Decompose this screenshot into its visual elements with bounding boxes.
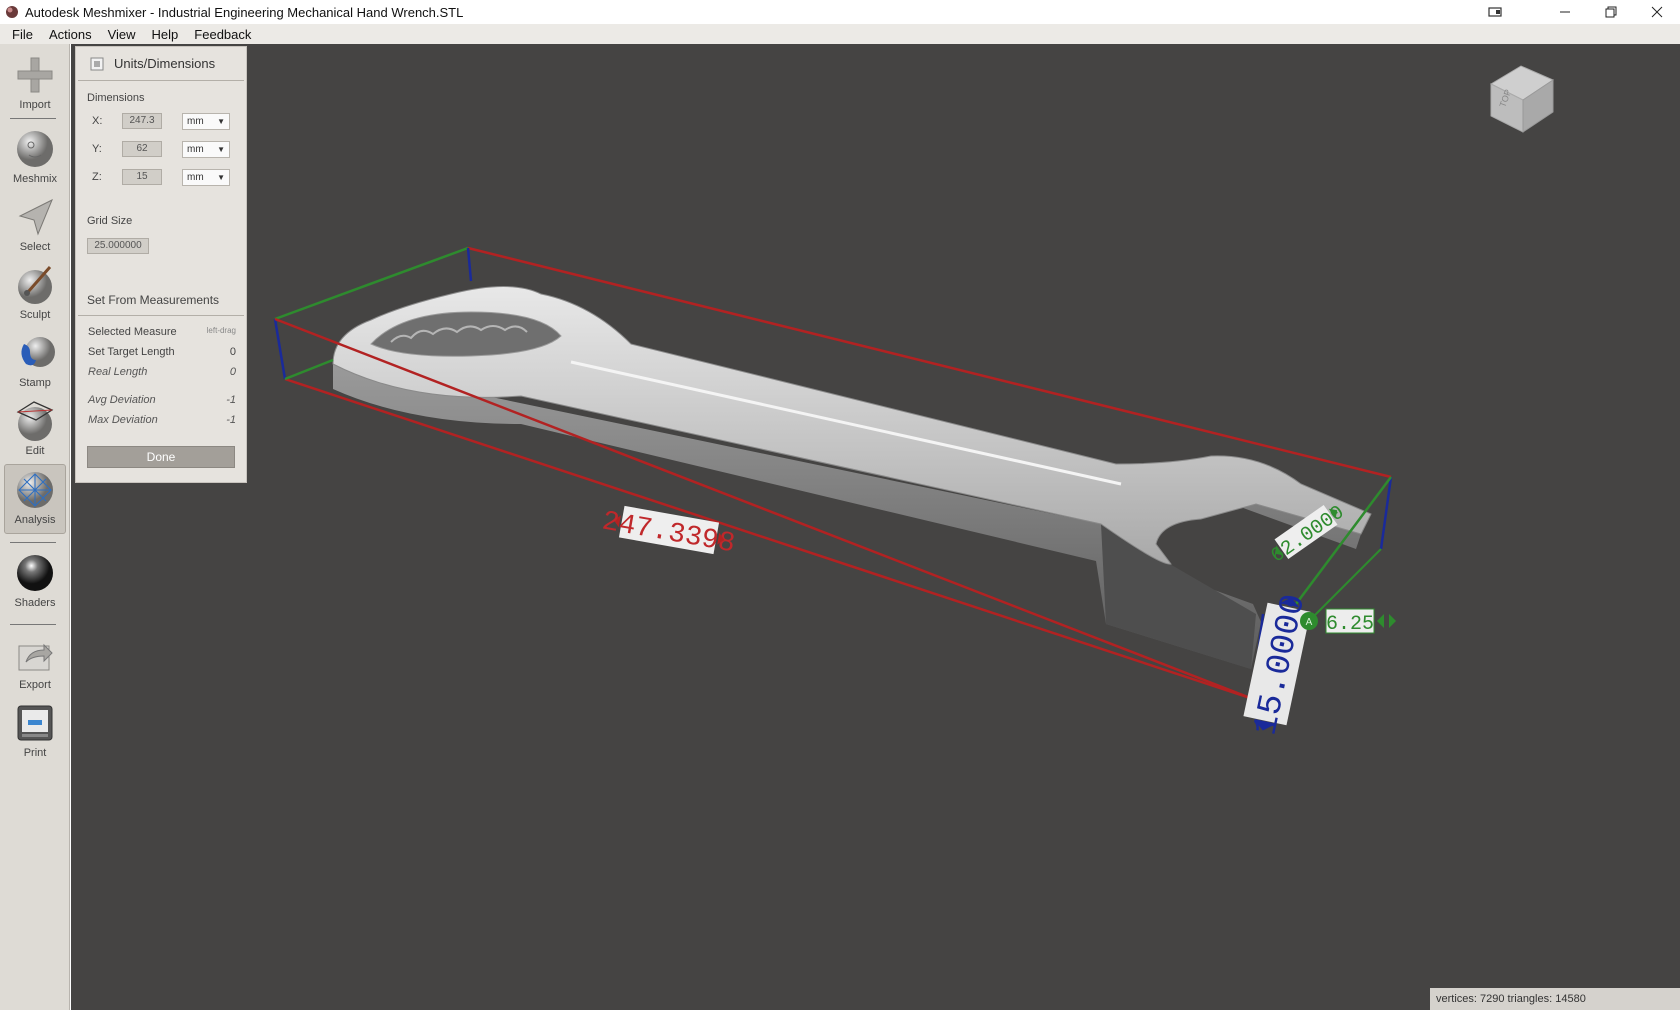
- plus-icon: [17, 57, 53, 93]
- status-bar: vertices: 7290 triangles: 14580: [1430, 988, 1680, 1010]
- dimensions-label: Dimensions: [87, 92, 145, 104]
- 3d-viewport[interactable]: 247.3398 62.0000 15.0000 A 6.25 TOP vert…: [71, 44, 1680, 1010]
- set-from-measurements-label: Set From Measurements: [87, 293, 220, 307]
- view-cube[interactable]: TOP: [1489, 65, 1555, 133]
- brush-icon: [18, 266, 52, 304]
- meshmix-icon: [17, 131, 53, 167]
- dim-row-y: Y: 62 mm ▼: [92, 140, 230, 158]
- measure-row-target-length[interactable]: Set Target Length 0: [88, 346, 236, 358]
- export-icon: [18, 643, 53, 671]
- tool-import[interactable]: Import: [4, 50, 66, 120]
- screen-icon[interactable]: [1472, 0, 1518, 24]
- dropdown-arrow-icon: ▼: [217, 172, 225, 182]
- section-divider: [78, 315, 244, 316]
- edit-sphere-icon: [16, 401, 54, 441]
- measure-row-avg-deviation: Avg Deviation -1: [88, 394, 236, 406]
- dim-z-unit-select[interactable]: mm ▼: [182, 168, 230, 186]
- measure-row-real-length: Real Length 0: [88, 366, 236, 378]
- units-dimensions-panel: Units/Dimensions Dimensions X: 247.3 mm ▼…: [75, 46, 247, 483]
- menu-actions[interactable]: Actions: [41, 27, 100, 42]
- dim-x-field[interactable]: 247.3: [122, 113, 162, 129]
- meshmixer-logo-icon: [6, 6, 18, 18]
- tool-sculpt[interactable]: Sculpt: [4, 260, 66, 330]
- measure-row-selected: Selected Measure left-drag: [88, 326, 236, 338]
- arrow-cursor-icon: [18, 198, 53, 236]
- title-bar: Autodesk Meshmixer - Industrial Engineer…: [0, 0, 1680, 24]
- tool-print[interactable]: Print: [4, 698, 66, 768]
- grid-size-field[interactable]: 25.000000: [87, 238, 149, 254]
- close-icon[interactable]: [1634, 0, 1680, 24]
- panel-title: Units/Dimensions: [114, 56, 216, 71]
- dim-row-z: Z: 15 mm ▼: [92, 168, 230, 186]
- shader-sphere-icon: [17, 555, 53, 591]
- dim-x-unit-select[interactable]: mm ▼: [182, 112, 230, 130]
- grid-size-label: Grid Size: [87, 215, 133, 227]
- measure-side-value: 6.25: [1326, 613, 1374, 636]
- menu-bar: File Actions View Help Feedback: [0, 24, 1680, 44]
- restore-icon[interactable]: [1588, 0, 1634, 24]
- tool-shaders[interactable]: Shaders: [4, 548, 66, 618]
- tool-divider: [10, 118, 56, 119]
- measure-row-max-deviation: Max Deviation -1: [88, 414, 236, 426]
- window-title: Autodesk Meshmixer - Industrial Engineer…: [25, 4, 464, 20]
- tool-stamp[interactable]: Stamp: [4, 328, 66, 398]
- stamp-icon: [21, 337, 55, 367]
- done-button[interactable]: Done: [87, 446, 235, 468]
- tool-meshmix[interactable]: Meshmix: [4, 124, 66, 194]
- dropdown-arrow-icon: ▼: [217, 116, 225, 126]
- minimize-icon[interactable]: [1542, 0, 1588, 24]
- tool-analysis[interactable]: Analysis: [4, 464, 66, 534]
- tool-edit[interactable]: Edit: [4, 396, 66, 466]
- tool-sidebar: Import Meshmix Select Sculpt Stamp Edit …: [0, 44, 70, 1010]
- tool-export[interactable]: Export: [4, 630, 66, 700]
- menu-feedback[interactable]: Feedback: [186, 27, 259, 42]
- dim-z-field[interactable]: 15: [122, 169, 162, 185]
- tool-divider: [10, 542, 56, 543]
- menu-file[interactable]: File: [4, 27, 41, 42]
- svg-text:A: A: [1306, 617, 1313, 628]
- menu-help[interactable]: Help: [144, 27, 187, 42]
- tool-divider: [10, 624, 56, 625]
- scene-canvas[interactable]: 247.3398 62.0000 15.0000 A 6.25 TOP: [71, 44, 1680, 1010]
- dropdown-arrow-icon: ▼: [217, 144, 225, 154]
- measure-side-label[interactable]: A 6.25: [1300, 608, 1396, 636]
- printer-icon: [17, 705, 53, 741]
- menu-view[interactable]: View: [100, 27, 144, 42]
- dim-row-x: X: 247.3 mm ▼: [92, 112, 230, 130]
- dim-y-field[interactable]: 62: [122, 141, 162, 157]
- tool-select[interactable]: Select: [4, 192, 66, 262]
- panel-collapse-icon[interactable]: [90, 57, 104, 71]
- dim-y-unit-select[interactable]: mm ▼: [182, 140, 230, 158]
- measure-x-label[interactable]: 247.3398: [600, 503, 738, 561]
- panel-header: Units/Dimensions: [78, 47, 244, 81]
- analysis-sphere-icon: [17, 472, 53, 508]
